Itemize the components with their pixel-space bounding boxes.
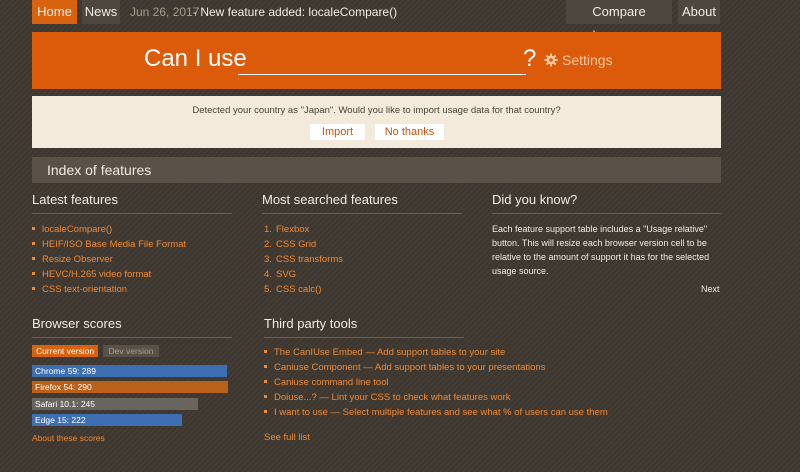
no-thanks-button[interactable]: No thanks	[375, 124, 444, 140]
bullet-icon	[32, 242, 35, 245]
divider	[262, 213, 462, 214]
third-party-tools-list: The CanIUse Embed — Add support tables t…	[264, 345, 608, 420]
list-item[interactable]: The CanIUse Embed — Add support tables t…	[264, 345, 608, 360]
bullet-icon	[264, 395, 267, 398]
bullet-icon	[264, 365, 267, 368]
nav-home-link[interactable]: Home	[32, 0, 77, 24]
list-item[interactable]: CSS text-orientation	[32, 282, 186, 297]
list-item[interactable]: localeCompare()	[32, 222, 186, 237]
next-tip-link[interactable]: Next	[701, 284, 720, 294]
most-searched-title: Most searched features	[262, 192, 398, 207]
latest-features-list: localeCompare() HEIF/ISO Base Media File…	[32, 222, 186, 297]
browser-scores-title: Browser scores	[32, 316, 122, 331]
divider	[492, 213, 721, 214]
bullet-icon	[264, 350, 267, 353]
third-party-tools-title: Third party tools	[264, 316, 358, 331]
divider	[32, 337, 232, 338]
list-item[interactable]: 4. SVG	[264, 267, 343, 282]
list-item[interactable]: Resize Observer	[32, 252, 186, 267]
latest-features-title: Latest features	[32, 192, 118, 207]
most-searched-list: 1. Flexbox 2. CSS Grid 3. CSS transforms 4.…	[264, 222, 343, 297]
settings-label: Settings	[562, 52, 613, 68]
news-headline-link[interactable]: - New feature added: localeCompare()	[193, 0, 397, 24]
list-item[interactable]: 1. Flexbox	[264, 222, 343, 237]
news-date: Jun 26, 2017	[130, 5, 200, 19]
divider	[264, 337, 464, 338]
bullet-icon	[32, 272, 35, 275]
nav-about-link[interactable]: About	[678, 0, 720, 24]
list-item[interactable]: Caniuse command line tool	[264, 375, 608, 390]
index-of-features-bar[interactable]: Index of features	[32, 157, 721, 183]
did-you-know-text: Each feature support table includes a "U…	[492, 224, 710, 276]
bullet-icon	[264, 380, 267, 383]
settings-link[interactable]: Settings	[544, 52, 613, 68]
bullet-icon	[32, 287, 35, 290]
list-item[interactable]: Caniuse Component — Add support tables t…	[264, 360, 608, 375]
search-input[interactable]	[238, 46, 526, 75]
see-full-list-link[interactable]: See full list	[264, 432, 310, 443]
list-item[interactable]: 3. CSS transforms	[264, 252, 343, 267]
nav-compare-browsers-link[interactable]: Compare browsers	[566, 0, 672, 43]
score-label: Firefox 54: 290	[35, 382, 92, 392]
tab-current-version[interactable]: Current version	[32, 345, 98, 357]
list-item[interactable]: 5. CSS calc()	[264, 282, 343, 297]
bullet-icon	[264, 410, 267, 413]
list-item[interactable]: HEVC/H.265 video format	[32, 267, 186, 282]
banner-title: Can I use	[144, 45, 247, 72]
search-help-link[interactable]: ?	[523, 45, 536, 73]
list-item[interactable]: 2. CSS Grid	[264, 237, 343, 252]
nav-news-link[interactable]: News	[82, 0, 120, 24]
index-title: Index of features	[47, 162, 152, 178]
list-item[interactable]: HEIF/ISO Base Media File Format	[32, 237, 186, 252]
bullet-icon	[32, 257, 35, 260]
search-banner: Can I use ? Settings	[32, 32, 721, 89]
gear-icon	[544, 53, 558, 67]
list-item[interactable]: I want to use — Select multiple features…	[264, 405, 608, 420]
about-scores-link[interactable]: About these scores	[32, 433, 105, 443]
list-item[interactable]: Doiuse...? — Lint your CSS to check what…	[264, 390, 608, 405]
import-button[interactable]: Import	[310, 124, 365, 140]
bullet-icon	[32, 227, 35, 230]
score-label: Edge 15: 222	[35, 415, 86, 425]
divider	[32, 213, 232, 214]
notice-text: Detected your country as "Japan". Would …	[192, 105, 561, 116]
tab-dev-version[interactable]: Dev version	[103, 345, 159, 357]
score-label: Chrome 59: 289	[35, 366, 96, 376]
did-you-know-title: Did you know?	[492, 192, 578, 207]
top-nav: Home News Jun 26, 2017 - New feature add…	[0, 0, 800, 43]
country-notice: Detected your country as "Japan". Would …	[32, 96, 721, 148]
score-label: Safari 10.1: 245	[35, 399, 96, 409]
